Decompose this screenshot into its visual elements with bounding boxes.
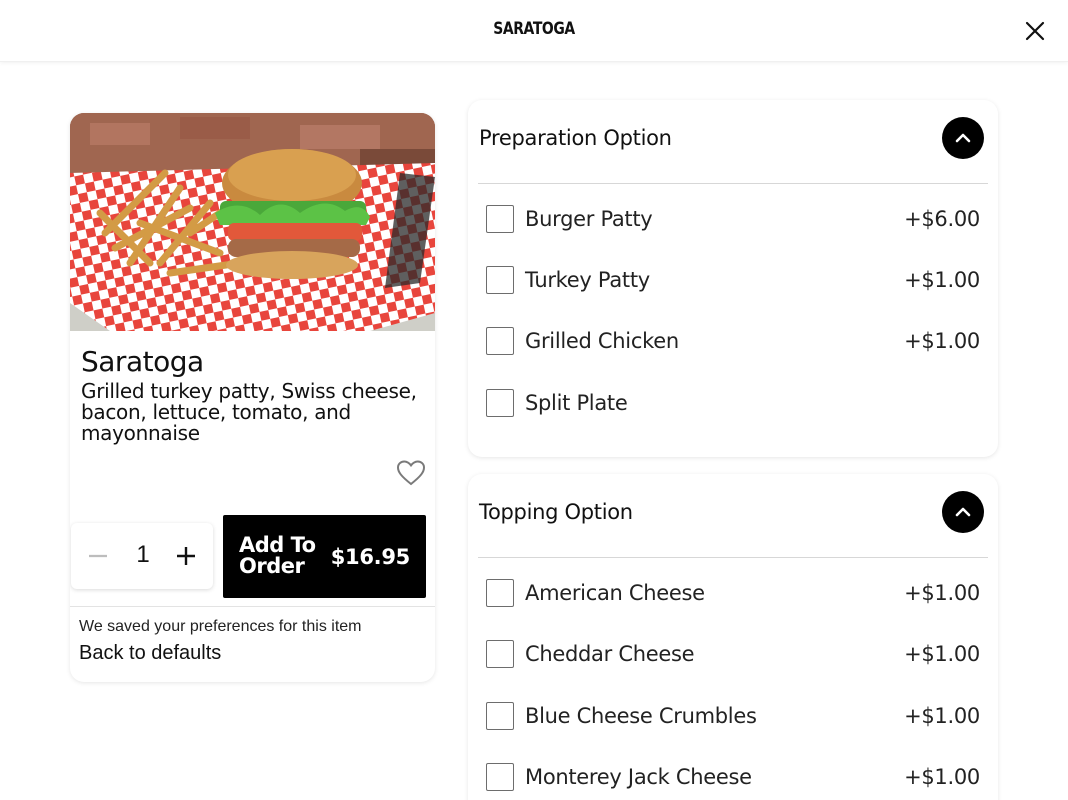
option-turkey-patty[interactable]: Turkey Patty +$1.00 (486, 263, 980, 303)
option-label: Burger Patty (525, 207, 653, 231)
panel-title: Preparation Option (479, 126, 672, 150)
quantity-stepper: 1 (71, 523, 213, 589)
item-name: Saratoga (81, 345, 204, 378)
option-american-cheese[interactable]: American Cheese +$1.00 (486, 576, 980, 616)
option-price: +$6.00 (904, 207, 980, 231)
add-to-order-button[interactable]: Add To Order $16.95 (223, 515, 426, 598)
option-label: American Cheese (525, 581, 705, 605)
panel-title: Topping Option (479, 500, 633, 524)
option-label: Monterey Jack Cheese (525, 765, 752, 789)
order-price: $16.95 (330, 545, 411, 569)
heart-icon[interactable] (396, 460, 426, 486)
option-price: +$1.00 (904, 765, 980, 789)
checkbox[interactable] (486, 763, 514, 791)
option-blue-cheese-crumbles[interactable]: Blue Cheese Crumbles +$1.00 (486, 699, 980, 739)
item-description: Grilled turkey patty, Swiss cheese, baco… (81, 379, 417, 445)
checkbox[interactable] (486, 327, 514, 355)
option-label: Turkey Patty (525, 268, 650, 292)
chevron-up-icon[interactable] (942, 117, 984, 159)
option-cheddar-cheese[interactable]: Cheddar Cheese +$1.00 (486, 637, 980, 677)
option-label: Cheddar Cheese (525, 642, 695, 666)
option-label: Blue Cheese Crumbles (525, 704, 757, 728)
divider (478, 557, 988, 558)
plus-icon[interactable] (175, 545, 197, 567)
option-price: +$1.00 (904, 642, 980, 666)
option-monterey-jack-cheese[interactable]: Monterey Jack Cheese +$1.00 (486, 760, 980, 800)
option-grilled-chicken[interactable]: Grilled Chicken +$1.00 (486, 324, 980, 364)
option-price: +$1.00 (904, 329, 980, 353)
checkbox[interactable] (486, 266, 514, 294)
page-title: SARATOGA (493, 19, 575, 39)
checkbox[interactable] (486, 579, 514, 607)
checkbox[interactable] (486, 640, 514, 668)
checkbox[interactable] (486, 389, 514, 417)
option-label: Split Plate (525, 391, 628, 415)
topping-option-panel: Topping Option American Cheese +$1.00 Ch… (468, 474, 998, 800)
checkbox[interactable] (486, 702, 514, 730)
add-to-order-label: Add To Order (239, 533, 316, 578)
checkbox[interactable] (486, 205, 514, 233)
close-icon[interactable] (1023, 19, 1047, 43)
option-price: +$1.00 (904, 704, 980, 728)
top-bar: SARATOGA (0, 0, 1068, 62)
item-photo (70, 113, 435, 331)
chevron-up-icon[interactable] (942, 491, 984, 533)
divider (478, 183, 988, 184)
saved-preferences-note: We saved your preferences for this item (79, 618, 362, 635)
minus-icon[interactable] (87, 545, 109, 567)
divider (70, 606, 435, 607)
option-price: +$1.00 (904, 581, 980, 605)
item-card: Saratoga Grilled turkey patty, Swiss che… (70, 113, 435, 682)
preparation-option-panel: Preparation Option Burger Patty +$6.00 T… (468, 100, 998, 457)
back-to-defaults-link[interactable]: Back to defaults (79, 642, 221, 665)
option-burger-patty[interactable]: Burger Patty +$6.00 (486, 202, 980, 242)
option-price: +$1.00 (904, 268, 980, 292)
option-label: Grilled Chicken (525, 329, 679, 353)
option-split-plate[interactable]: Split Plate (486, 386, 980, 426)
quantity-value: 1 (136, 541, 150, 568)
